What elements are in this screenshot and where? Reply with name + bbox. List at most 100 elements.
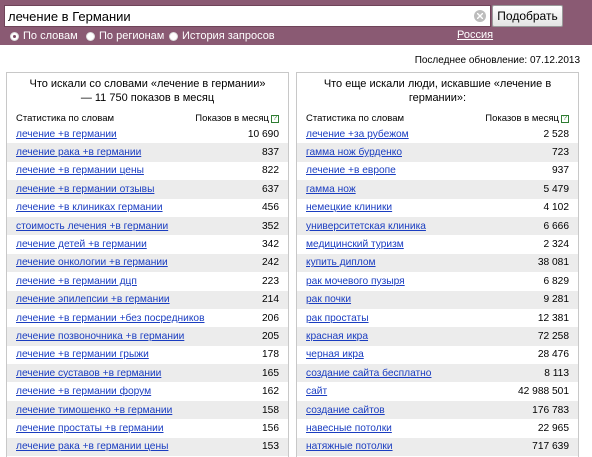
keyword-link[interactable]: лечение детей +в германии [16,239,147,250]
keyword-link[interactable]: лечение +в германии дцп [16,276,137,287]
table-row: лечение суставов +в германии 165 [7,364,288,383]
table-row: черная икра 28 476 [297,346,578,364]
keyword-link[interactable]: лечение онкологии +в германии [16,257,168,268]
table-row: лечение рака +в германии 837 [7,143,288,162]
table-row: лечение эпилепсии +в германии 214 [7,290,288,309]
mode-history[interactable]: История запросов [169,29,275,43]
keyword-link[interactable]: гамма нож [306,184,356,195]
keyword-link[interactable]: лечение +в германии отзывы [16,184,154,195]
col-shows-label: Показов в месяц [195,113,269,124]
shows-count: 12 381 [537,312,569,324]
keyword-link[interactable]: рак почки [306,294,351,305]
table-row: лечение тимошенко +в германии 158 [7,400,288,420]
shows-count: 822 [262,165,279,177]
table-row: лечение +в германии +без посредников 206 [7,309,288,327]
shows-count: 165 [262,367,279,379]
search-box[interactable] [4,5,491,27]
keyword-link[interactable]: лечение рака +в германии цены [16,441,168,452]
keyword-link[interactable]: лечение суставов +в германии [16,368,161,379]
table-row: натяжные потолки 717 639 [297,437,578,457]
keyword-link[interactable]: лечение +в клиниках германии [16,202,163,213]
keyword-link[interactable]: лечение эпилепсии +в германии [16,294,170,305]
mode-label: История запросов [182,30,275,42]
keyword-link[interactable]: гамма нож бурденко [306,147,402,158]
radio-icon[interactable] [169,31,178,41]
keyword-link[interactable]: рак мочевого пузыря [306,276,405,287]
col-shows-header: Показов в месяц ? [485,113,569,124]
shows-count: 28 476 [537,349,569,361]
table-row: лечение +в германии грыжи 178 [7,346,288,364]
table-row: лечение детей +в германии 342 [7,235,288,253]
submit-button[interactable]: Подобрать [492,5,563,27]
radio-icon[interactable] [10,31,19,41]
shows-count: 10 690 [247,128,279,140]
shows-count: 156 [262,422,279,434]
table-row: лечение +за рубежом 2 528 [297,125,578,143]
keyword-link[interactable]: лечение тимошенко +в германии [16,405,172,416]
table-row: купить диплом 38 081 [297,253,578,273]
shows-count: 837 [262,147,279,159]
keyword-link[interactable]: лечение +в германии форум [16,386,151,397]
keyword-list: лечение +в германии 10 690 лечение рака +в… [7,125,288,457]
region-link[interactable]: Россия [457,29,493,41]
shows-count: 162 [262,386,279,398]
mode-by-words[interactable]: По словам [10,29,78,43]
table-row: лечение +в европе 937 [297,162,578,180]
table-row: гамма нож бурденко 723 [297,143,578,162]
keyword-link[interactable]: лечение +в германии грыжи [16,349,149,360]
keyword-link[interactable]: красная икра [306,331,368,342]
help-icon[interactable]: ? [271,114,279,123]
table-row: рак мочевого пузыря 6 829 [297,272,578,290]
keyword-link[interactable]: лечение рака +в германии [16,147,141,158]
mode-label: По регионам [99,30,165,42]
keyword-link[interactable]: лечение +за рубежом [306,129,409,140]
keyword-link[interactable]: создание сайтов [306,405,385,416]
shows-count: 72 258 [537,330,569,342]
shows-count: 352 [262,220,279,232]
shows-count: 242 [262,257,279,269]
shows-count: 206 [262,312,279,324]
keyword-link[interactable]: натяжные потолки [306,441,393,452]
shows-count: 4 102 [543,202,570,214]
shows-count: 6 829 [543,275,570,287]
keyword-link[interactable]: стоимость лечения +в германии [16,221,168,232]
help-icon[interactable]: ? [561,114,569,123]
shows-count: 153 [262,441,279,453]
table-row: лечение +в клиниках германии 456 [7,199,288,217]
keyword-list: лечение +за рубежом 2 528 гамма нож бурден… [297,125,578,457]
table-row: создание сайтов 176 783 [297,400,578,420]
left-panel: Что искали со словами «лечение в германи… [6,72,289,457]
radio-icon[interactable] [86,31,95,41]
shows-count: 9 281 [543,294,570,306]
keyword-link[interactable]: лечение позвоночника +в германии [16,331,184,342]
shows-count: 637 [262,183,279,195]
table-row: немецкие клиники 4 102 [297,199,578,217]
keyword-link[interactable]: лечение +в германии [16,129,117,140]
shows-count: 342 [262,239,279,251]
table-row: лечение +в германии цены 822 [7,162,288,180]
keyword-link[interactable]: медицинский туризм [306,239,404,250]
keyword-link[interactable]: лечение +в германии +без посредников [16,313,205,324]
keyword-link[interactable]: сайт [306,386,327,397]
keyword-link[interactable]: лечение +в европе [306,165,396,176]
clear-icon[interactable] [474,10,486,22]
shows-count: 937 [552,165,569,177]
keyword-link[interactable]: немецкие клиники [306,202,392,213]
table-row: лечение +в германии дцп 223 [7,272,288,290]
keyword-link[interactable]: навесные потолки [306,423,392,434]
keyword-link[interactable]: лечение простаты +в германии [16,423,164,434]
mode-by-regions[interactable]: По регионам [86,29,164,43]
search-input[interactable] [8,7,468,25]
keyword-link[interactable]: лечение +в германии цены [16,165,144,176]
col-words-header: Статистика по словам [16,113,115,124]
keyword-link[interactable]: создание сайта бесплатно [306,368,431,379]
table-row: лечение позвоночника +в германии 205 [7,327,288,346]
panel-title: Что еще искали люди, искавшие «лечение в… [323,78,552,104]
table-row: стоимость лечения +в германии 352 [7,216,288,236]
col-shows-header: Показов в месяц ? [195,113,279,124]
keyword-link[interactable]: рак простаты [306,313,369,324]
keyword-link[interactable]: университетская клиника [306,221,426,232]
shows-count: 8 113 [544,367,569,379]
keyword-link[interactable]: черная икра [306,349,364,360]
keyword-link[interactable]: купить диплом [306,257,376,268]
